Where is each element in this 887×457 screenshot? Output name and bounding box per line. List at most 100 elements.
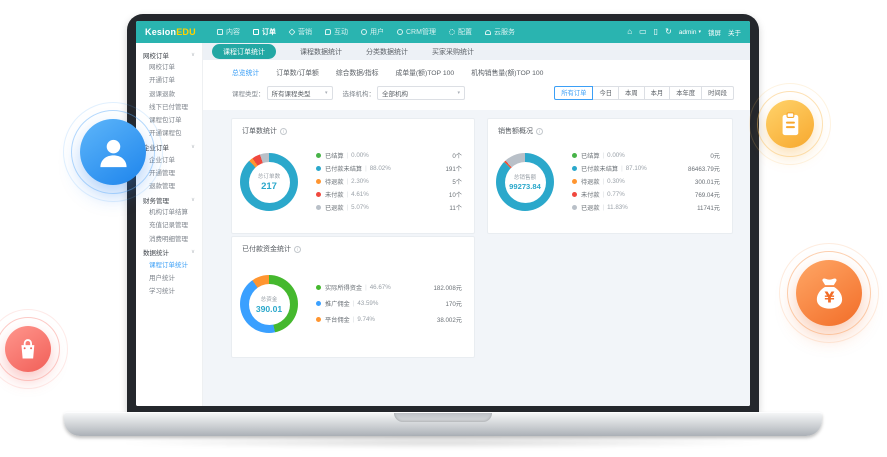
legend-item[interactable]: 平台佣金|9.74%38.002元 bbox=[316, 311, 462, 327]
app-logo: KesionEDU bbox=[136, 27, 207, 37]
page-tab[interactable]: 买家采购统计 bbox=[432, 47, 474, 57]
date-range-button[interactable]: 本周 bbox=[619, 86, 645, 100]
legend-dot-icon bbox=[316, 317, 321, 322]
main-content: 总览统计 订单数/订单额 综合数据/指标 成单量(额)TOP 100 机构销售量(额)T… bbox=[203, 60, 750, 406]
sync-icon[interactable]: ↻ bbox=[665, 28, 672, 36]
legend-percent: 9.74% bbox=[357, 316, 375, 323]
sidebar-item[interactable]: 充值记录管理 bbox=[136, 219, 202, 232]
menu-item-label: 用户 bbox=[370, 27, 384, 37]
logo-text: Kesion bbox=[145, 27, 176, 37]
donut-center-value: 217 bbox=[261, 181, 277, 192]
sub-tab[interactable]: 机构销售量(额)TOP 100 bbox=[471, 67, 543, 77]
legend-separator: | bbox=[603, 152, 605, 159]
legend-item[interactable]: 待退款|2.30%5个 bbox=[316, 175, 462, 188]
legend-item[interactable]: 已结算|0.00%0个 bbox=[316, 149, 462, 162]
legend-dot-icon bbox=[572, 205, 577, 210]
legend-item[interactable]: 推广佣金|43.59%170元 bbox=[316, 295, 462, 311]
sidebar-item[interactable]: 开通订单 bbox=[136, 74, 202, 87]
topbar-link-0[interactable]: 锁屏 bbox=[708, 27, 721, 37]
date-range-button[interactable]: 本年度 bbox=[670, 86, 702, 100]
legend-item[interactable]: 已退款|5.07%11个 bbox=[316, 201, 462, 214]
legend-dot-icon bbox=[316, 192, 321, 197]
sidebar-item[interactable]: 退课退款 bbox=[136, 88, 202, 101]
page-tab[interactable]: 分类数据统计 bbox=[366, 47, 408, 57]
legend-dot-icon bbox=[316, 153, 321, 158]
sidebar-group-header[interactable]: 网校订单∨ bbox=[136, 48, 202, 61]
marketing-icon bbox=[289, 29, 296, 36]
info-icon: i bbox=[280, 128, 287, 135]
date-range-button[interactable]: 所有订单 bbox=[554, 86, 593, 100]
legend-item[interactable]: 待退款|0.30%300.01元 bbox=[572, 175, 720, 188]
org-label: 选择机构： bbox=[343, 88, 376, 98]
date-range-button[interactable]: 今日 bbox=[593, 86, 619, 100]
sidebar-item[interactable]: 消费明细管理 bbox=[136, 233, 202, 246]
legend-percent: 88.02% bbox=[370, 165, 391, 172]
legend-percent: 87.10% bbox=[626, 165, 647, 172]
sidebar-item[interactable]: 学习统计 bbox=[136, 285, 202, 298]
filter-bar: 课程类型： 所有课程类型 ▾ 选择机构： 全部机构 ▾ 所有订单今日本周本月本年… bbox=[203, 77, 750, 100]
org-select[interactable]: 全部机构 ▾ bbox=[377, 86, 465, 100]
menu-item-crm[interactable]: CRM管理 bbox=[397, 27, 436, 37]
sidebar-group-header[interactable]: 数据统计∨ bbox=[136, 246, 202, 259]
legend-dot-icon bbox=[316, 179, 321, 184]
page-tab[interactable]: 课程订单统计 bbox=[212, 44, 276, 59]
sub-tab[interactable]: 成单量(额)TOP 100 bbox=[396, 67, 455, 77]
sidebar-group-label: 网校订单 bbox=[143, 50, 169, 60]
home-icon[interactable]: ⌂ bbox=[627, 28, 632, 36]
legend-item[interactable]: 实际所得资金|46.67%182.008元 bbox=[316, 279, 462, 295]
chart-legend: 已结算|0.00%0个已付款未结算|88.02%191个待退款|2.30%5个未… bbox=[316, 149, 462, 214]
donut-center-label: 总订单数 bbox=[258, 172, 280, 180]
monitor-icon[interactable]: ▭ bbox=[639, 28, 647, 36]
page-tabs: 课程订单统计 课程数据统计 分类数据统计 买家采购统计 bbox=[203, 43, 750, 60]
course-type-value: 所有课程类型 bbox=[272, 88, 311, 98]
sidebar-item[interactable]: 网校订单 bbox=[136, 61, 202, 74]
course-type-select[interactable]: 所有课程类型 ▾ bbox=[267, 86, 333, 100]
sub-tab[interactable]: 订单数/订单额 bbox=[276, 67, 319, 77]
chevron-down-icon: ∨ bbox=[191, 197, 195, 203]
menu-item-content[interactable]: 内容 bbox=[217, 27, 240, 37]
legend-item[interactable]: 未付款|4.61%10个 bbox=[316, 188, 462, 201]
legend-item[interactable]: 已付款未结算|87.10%86463.79元 bbox=[572, 162, 720, 175]
menu-item-marketing[interactable]: 营销 bbox=[289, 27, 312, 37]
phone-icon[interactable]: ▯ bbox=[654, 28, 658, 36]
sidebar-item[interactable]: 用户统计 bbox=[136, 272, 202, 285]
legend-percent: 0.00% bbox=[351, 152, 369, 159]
legend-dot-icon bbox=[572, 192, 577, 197]
donut-chart: 总订单数 217 bbox=[240, 153, 298, 211]
legend-name: 待退款 bbox=[325, 177, 344, 186]
sidebar-item[interactable]: 课程订单统计 bbox=[136, 259, 202, 272]
topbar-link-1[interactable]: 关于 bbox=[728, 27, 741, 37]
sidebar-item[interactable]: 机构订单结算 bbox=[136, 206, 202, 219]
page: KesionEDU 内容 订单 营销 互动 用户 CRM管理 配置 云服务 ⌂ ▭ ▯ ↻ admin… bbox=[0, 0, 887, 457]
legend-dot-icon bbox=[316, 301, 321, 306]
menu-item-interaction[interactable]: 互动 bbox=[325, 27, 348, 37]
user-menu[interactable]: admin▾ bbox=[679, 29, 701, 36]
shopping-bag-badge-icon bbox=[5, 326, 51, 372]
legend-dot-icon bbox=[572, 179, 577, 184]
laptop-notch bbox=[394, 413, 492, 422]
legend-separator: | bbox=[353, 300, 355, 307]
user-badge-icon bbox=[80, 119, 146, 185]
menu-item-order[interactable]: 订单 bbox=[253, 27, 276, 37]
legend-item[interactable]: 已结算|0.00%0元 bbox=[572, 149, 720, 162]
course-type-label: 课程类型： bbox=[232, 88, 265, 98]
legend-item[interactable]: 已退款|11.83%11741元 bbox=[572, 201, 720, 214]
settings-icon bbox=[449, 29, 455, 35]
sidebar-group-header[interactable]: 财务管理∨ bbox=[136, 193, 202, 206]
sub-tab[interactable]: 综合数据/指标 bbox=[336, 67, 379, 77]
info-icon: i bbox=[294, 246, 301, 253]
page-tab[interactable]: 课程数据统计 bbox=[300, 47, 342, 57]
order-count-card: 订单数统计i 总订单数 217 已结算|0.00%0个已付款未结算|88.02%… bbox=[231, 118, 475, 234]
donut-chart: 总资金 390.01 bbox=[240, 275, 298, 333]
legend-item[interactable]: 已付款未结算|88.02%191个 bbox=[316, 162, 462, 175]
legend-percent: 0.00% bbox=[607, 152, 625, 159]
legend-value: 11741元 bbox=[697, 203, 720, 212]
menu-item-user[interactable]: 用户 bbox=[361, 27, 384, 37]
date-range-button[interactable]: 本月 bbox=[645, 86, 671, 100]
menu-item-cloud[interactable]: 云服务 bbox=[485, 27, 515, 37]
sidebar-item[interactable]: 线下已付管理 bbox=[136, 101, 202, 114]
legend-item[interactable]: 未付款|0.77%769.04元 bbox=[572, 188, 720, 201]
sub-tab[interactable]: 总览统计 bbox=[232, 67, 259, 77]
menu-item-settings[interactable]: 配置 bbox=[449, 27, 472, 37]
date-range-button[interactable]: 时间段 bbox=[702, 86, 734, 100]
